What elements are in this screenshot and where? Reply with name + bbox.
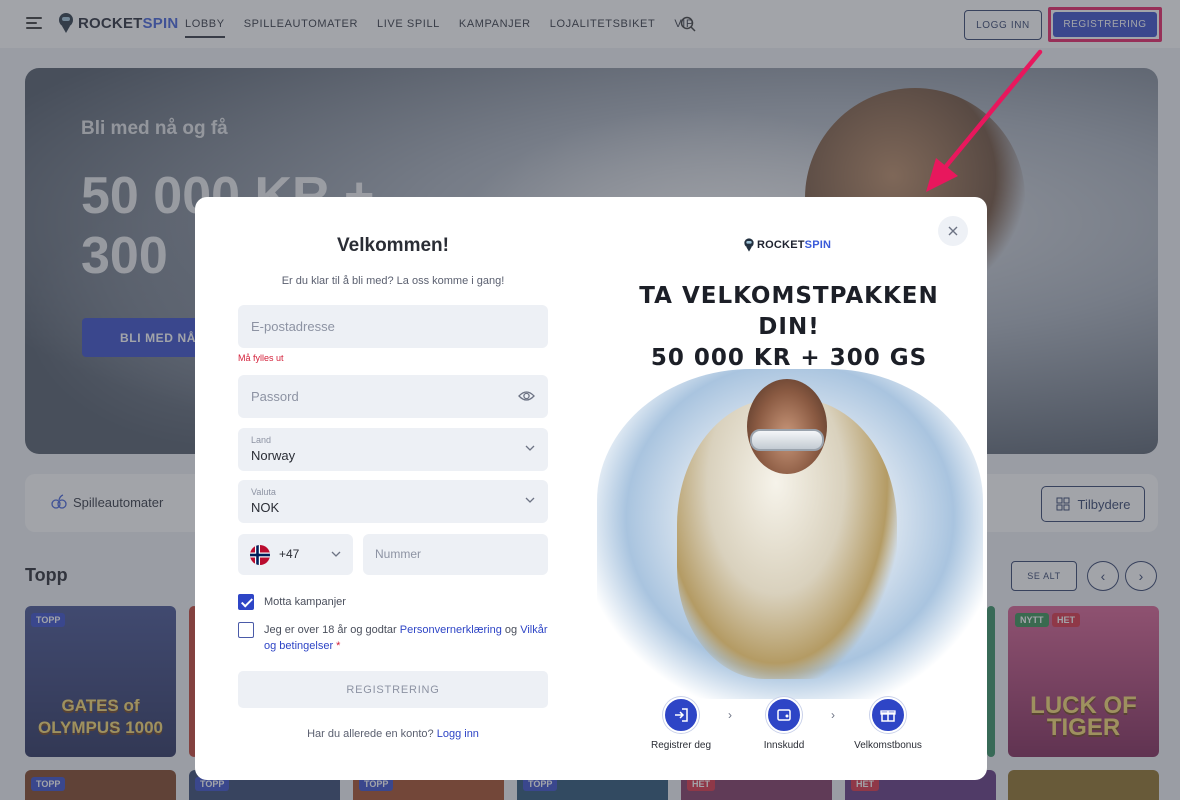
gift-icon xyxy=(880,710,896,722)
modal-subtitle: Er du klar til å bli med? La oss komme i… xyxy=(281,275,505,287)
password-field[interactable]: Passord xyxy=(238,375,548,418)
promotions-checkbox[interactable] xyxy=(238,594,254,610)
show-password-eye-icon[interactable] xyxy=(518,389,535,403)
privacy-policy-link[interactable]: Personvernerklæring xyxy=(400,624,502,636)
modal-close-button[interactable] xyxy=(938,216,968,246)
promotions-checkbox-label: Motta kampanjer xyxy=(264,596,346,608)
phone-number-field[interactable]: Nummer xyxy=(363,534,548,575)
norway-flag-icon xyxy=(250,545,270,565)
terms-checkbox-label: Jeg er over 18 år og godtar Personverner… xyxy=(264,624,548,652)
promotions-checkbox-row: Motta kampanjer xyxy=(238,594,346,610)
chevron-down-icon xyxy=(525,497,535,503)
terms-checkbox[interactable] xyxy=(238,622,254,638)
step-welcome-bonus: Velkomstbonus xyxy=(833,697,943,751)
email-field[interactable]: E-postadresse xyxy=(238,305,548,348)
promo-headline: TA VELKOMSTPAKKEN DIN! 50 000 KR + 300 G… xyxy=(639,283,939,371)
registration-modal: Velkommen! Er du klar til å bli med? La … xyxy=(195,197,987,780)
phone-country-code-select[interactable]: +47 xyxy=(238,534,353,575)
promo-logo: ROCKETSPIN xyxy=(743,237,831,253)
step-register: Registrer deg xyxy=(626,697,736,751)
step-deposit: Innskudd xyxy=(729,697,839,751)
wallet-icon xyxy=(777,709,791,721)
rocket-logo-icon xyxy=(744,238,754,252)
chevron-down-icon xyxy=(525,445,535,451)
email-error-message: Må fylles ut xyxy=(238,353,284,363)
chevron-down-icon xyxy=(331,551,341,557)
promo-hero-illustration xyxy=(597,369,983,699)
promo-panel: ROCKETSPIN TA VELKOMSTPAKKEN DIN! 50 000… xyxy=(591,197,987,780)
modal-login-link[interactable]: Logg inn xyxy=(437,728,479,740)
country-select[interactable]: Land Norway xyxy=(238,428,548,471)
have-account-text: Har du allerede en konto? Logg inn xyxy=(307,728,479,740)
terms-checkbox-row: Jeg er over 18 år og godtar Personverner… xyxy=(238,622,548,654)
currency-select[interactable]: Valuta NOK xyxy=(238,480,548,523)
login-icon xyxy=(675,708,688,722)
submit-registration-button[interactable]: REGISTRERING xyxy=(238,671,548,708)
close-icon xyxy=(948,226,958,236)
modal-title: Velkommen! xyxy=(337,235,449,256)
